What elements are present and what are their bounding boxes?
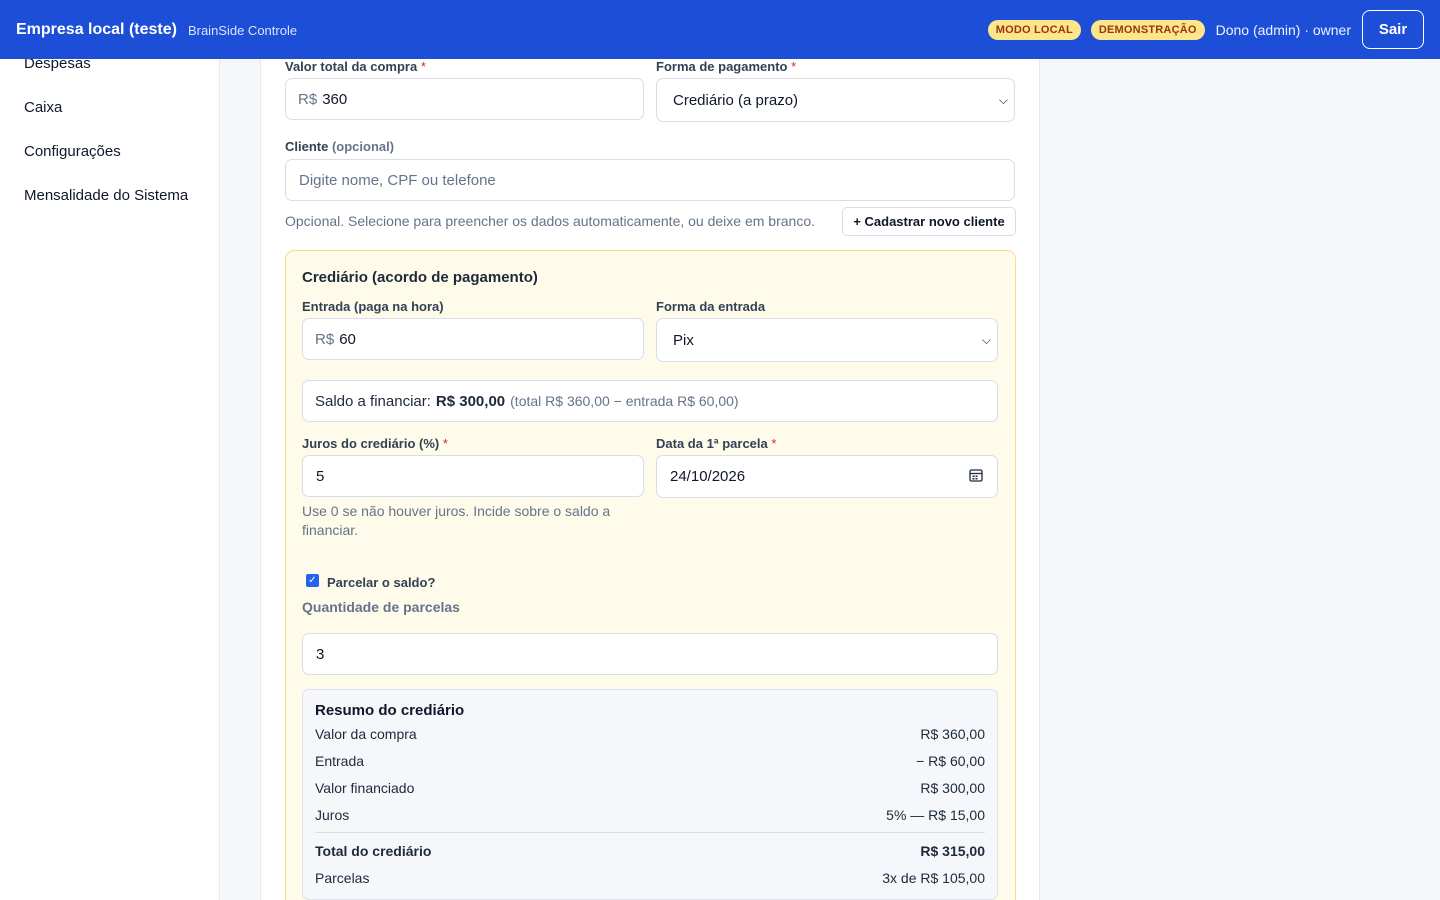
entry-label: Entrada (paga na hora) bbox=[302, 299, 444, 314]
summary-title: Resumo do crediário bbox=[315, 702, 465, 719]
summary-row-value: R$ 360,00 bbox=[920, 726, 985, 742]
sidebar: Despesas Caixa Configurações Mensalidade… bbox=[0, 0, 220, 900]
required-mark: * bbox=[771, 436, 777, 451]
summary-row-label: Entrada bbox=[315, 753, 365, 769]
top-bar: Empresa local (teste) BrainSide Controle… bbox=[0, 0, 1440, 59]
client-optional-text: (opcional) bbox=[331, 139, 395, 154]
summary-row-value: − R$ 60,00 bbox=[916, 753, 985, 769]
total-input[interactable]: R$ 360 bbox=[285, 78, 644, 120]
product-name: BrainSide Controle bbox=[187, 23, 298, 38]
entry-method-label: Forma da entrada bbox=[656, 299, 766, 314]
payment-label: Forma de pagamento * bbox=[656, 59, 796, 74]
payment-label-text: Forma de pagamento bbox=[656, 59, 788, 74]
chevron-down-icon: ⌵ bbox=[981, 332, 991, 347]
demo-badge: DEMONSTRAÇÃO bbox=[1090, 19, 1205, 40]
summary-row-value: 3x de R$ 105,00 bbox=[882, 870, 985, 886]
installments-checkbox[interactable]: ✓ bbox=[306, 574, 319, 587]
add-client-button[interactable]: + Cadastrar novo cliente bbox=[842, 207, 1016, 236]
currency-prefix: R$ bbox=[298, 90, 318, 108]
summary-row-label: Juros bbox=[315, 807, 350, 823]
summary-row-value: R$ 300,00 bbox=[920, 780, 985, 796]
user-info: Dono (admin) · owner bbox=[1215, 21, 1351, 38]
currency-prefix: R$ bbox=[315, 330, 335, 348]
required-mark: * bbox=[442, 436, 448, 451]
payment-method-value: Crediário (a prazo) bbox=[673, 91, 799, 109]
summary-row-value: R$ 315,00 bbox=[920, 843, 985, 859]
top-bar-actions: MODO LOCAL DEMONSTRAÇÃO Dono (admin) · o… bbox=[987, 10, 1424, 49]
summary-row: Entrada − R$ 60,00 bbox=[315, 753, 985, 769]
required-mark: * bbox=[420, 59, 426, 74]
summary-row: Juros 5% — R$ 15,00 bbox=[315, 807, 985, 823]
summary-row-label: Total do crediário bbox=[315, 843, 432, 859]
interest-help-text: Use 0 se não houver juros. Incide sobre … bbox=[302, 503, 611, 538]
required-mark: * bbox=[791, 59, 797, 74]
interest-input[interactable]: 5 bbox=[302, 455, 644, 497]
summary-row-label: Valor financiado bbox=[315, 780, 415, 796]
total-input-value: 360 bbox=[322, 90, 348, 108]
summary-row: Valor financiado R$ 300,00 bbox=[315, 780, 985, 796]
summary-row: Valor da compra R$ 360,00 bbox=[315, 726, 985, 742]
first-installment-date-input[interactable]: 24/10/2026 bbox=[656, 455, 998, 498]
sidebar-item-mensalidade[interactable]: Mensalidade do Sistema bbox=[24, 187, 188, 204]
first-installment-label-text: Data da 1ª parcela bbox=[656, 436, 768, 451]
sidebar-item-caixa[interactable]: Caixa bbox=[24, 99, 62, 116]
calendar-icon[interactable] bbox=[969, 468, 983, 486]
installments-qty-label: Quantidade de parcelas bbox=[302, 599, 460, 615]
chevron-down-icon: ⌵ bbox=[998, 92, 1008, 107]
client-help-text: Opcional. Selecione para preencher os da… bbox=[285, 213, 815, 229]
balance-info: Saldo a financiar: R$ 300,00 (total R$ 3… bbox=[302, 380, 998, 422]
local-mode-badge: MODO LOCAL bbox=[987, 19, 1081, 40]
entry-method-select[interactable]: Pix ⌵ bbox=[656, 318, 998, 362]
client-search-input[interactable]: Digite nome, CPF ou telefone bbox=[285, 159, 1015, 201]
total-label-text: Valor total da compra bbox=[285, 59, 418, 74]
balance-note: (total R$ 360,00 − entrada R$ 60,00) bbox=[510, 393, 739, 409]
balance-value: R$ 300,00 bbox=[435, 392, 506, 410]
interest-input-value: 5 bbox=[316, 467, 325, 485]
summary-row: Parcelas 3x de R$ 105,00 bbox=[315, 870, 985, 886]
first-installment-date-value: 24/10/2026 bbox=[670, 468, 746, 485]
client-label-text: Cliente bbox=[285, 139, 329, 154]
entry-input[interactable]: R$ 60 bbox=[302, 318, 644, 360]
installments-qty-value: 3 bbox=[316, 645, 325, 663]
client-label: Cliente (opcional) bbox=[285, 139, 394, 154]
entry-method-value: Pix bbox=[673, 331, 694, 349]
total-label: Valor total da compra * bbox=[285, 59, 426, 74]
sidebar-item-configuracoes[interactable]: Configurações bbox=[24, 143, 121, 160]
interest-label: Juros do crediário (%) * bbox=[302, 436, 448, 451]
summary-row-value: 5% — R$ 15,00 bbox=[886, 807, 985, 823]
installments-qty-input[interactable]: 3 bbox=[302, 633, 998, 675]
first-installment-label: Data da 1ª parcela * bbox=[656, 436, 776, 451]
summary-row-label: Valor da compra bbox=[315, 726, 417, 742]
logout-button[interactable]: Sair bbox=[1362, 10, 1424, 49]
payment-method-select[interactable]: Crediário (a prazo) ⌵ bbox=[656, 78, 1015, 122]
summary-divider bbox=[315, 832, 985, 833]
interest-label-text: Juros do crediário (%) bbox=[302, 436, 440, 451]
client-placeholder: Digite nome, CPF ou telefone bbox=[299, 171, 496, 189]
summary-total-row: Total do crediário R$ 315,00 bbox=[315, 843, 985, 859]
balance-prefix: Saldo a financiar: bbox=[315, 392, 431, 410]
summary-row-label: Parcelas bbox=[315, 870, 370, 886]
installments-checkbox-label[interactable]: Parcelar o saldo? bbox=[327, 575, 435, 590]
entry-input-value: 60 bbox=[339, 330, 356, 348]
company-name: Empresa local (teste) bbox=[16, 20, 177, 38]
credit-title: Crediário (acordo de pagamento) bbox=[302, 269, 538, 286]
